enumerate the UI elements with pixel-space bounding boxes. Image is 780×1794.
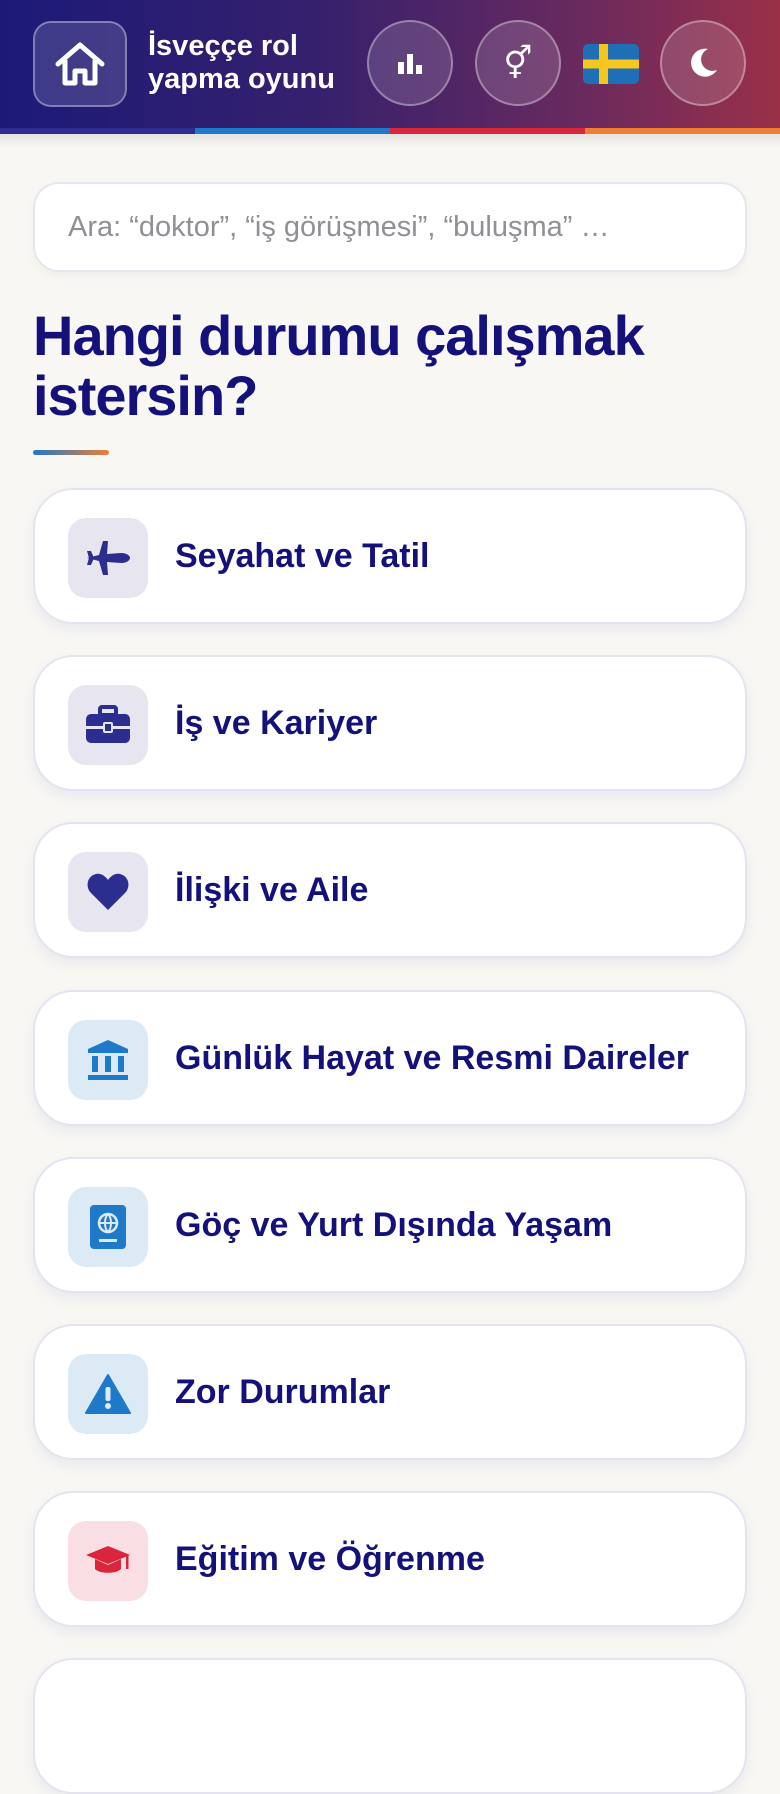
graduation-cap-icon [86,1546,130,1573]
category-label: Göç ve Yurt Dışında Yaşam [175,1205,613,1244]
warning-icon [85,1374,131,1414]
sweden-flag[interactable] [583,44,639,84]
category-card-travel[interactable]: Seyahat ve Tatil [33,488,747,624]
sweden-flag-icon [583,44,639,84]
category-card-migration[interactable]: Göç ve Yurt Dışında Yaşam [33,1157,747,1293]
category-label: Eğitim ve Öğrenme [175,1539,485,1578]
category-card-career[interactable]: İş ve Kariyer [33,655,747,791]
category-card-partial[interactable] [33,1658,747,1794]
category-label: Seyahat ve Tatil [175,536,430,575]
category-card-daily-life[interactable]: Günlük Hayat ve Resmi Daireler [33,990,747,1126]
app-title: İsveççe rol yapma oyunu [148,30,335,95]
bar-chart-icon [398,54,422,74]
gender-icon: ⚥ [503,45,533,81]
home-icon [55,42,105,86]
category-card-hard-situations[interactable]: Zor Durumlar [33,1324,747,1460]
search-input[interactable] [66,209,710,245]
stats-button[interactable] [367,20,453,106]
theme-toggle-button[interactable] [660,20,746,106]
briefcase-icon [86,705,130,743]
category-label: Zor Durumlar [175,1372,391,1411]
heading-underline [33,450,109,455]
home-button[interactable] [33,21,127,107]
bank-icon [88,1040,128,1080]
category-label: Günlük Hayat ve Resmi Daireler [175,1038,690,1077]
airplane-icon [87,541,130,575]
search-box[interactable] [33,182,747,272]
category-label: İlişki ve Aile [175,870,369,909]
category-label: İş ve Kariyer [175,703,378,742]
page-heading: Hangi durumu çalışmak istersin? [33,304,645,427]
moon-icon [691,48,717,77]
category-card-relationship[interactable]: İlişki ve Aile [33,822,747,958]
gender-button[interactable]: ⚥ [475,20,561,106]
app-header: İsveççe rol yapma oyunu ⚥ [0,0,780,128]
passport-icon [90,1205,126,1249]
category-card-education[interactable]: Eğitim ve Öğrenme [33,1491,747,1627]
heart-icon [87,873,129,910]
